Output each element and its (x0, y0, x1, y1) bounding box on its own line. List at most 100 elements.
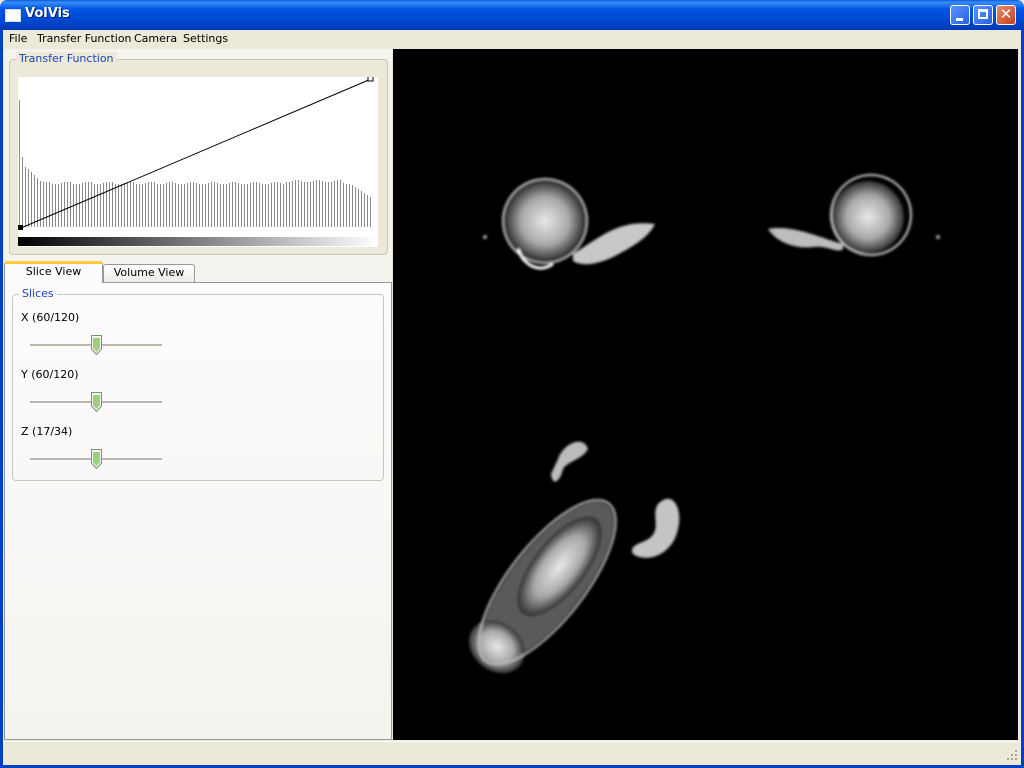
histogram-bar (211, 182, 212, 227)
slider-x-thumb[interactable] (91, 335, 102, 355)
render-viewport[interactable] (393, 49, 1018, 740)
histogram-bar (232, 182, 233, 227)
minimize-icon (956, 18, 963, 21)
histogram-bar (325, 182, 326, 227)
histogram-bar (289, 182, 290, 227)
transfer-function-group: Transfer Function (9, 52, 388, 255)
title-bar[interactable]: VolVis ✕ (0, 0, 1024, 30)
histogram-bar (163, 184, 164, 227)
slider-z[interactable] (30, 449, 162, 469)
slider-y[interactable] (30, 392, 162, 412)
histogram-bar (91, 182, 92, 227)
maximize-button[interactable] (973, 5, 993, 25)
histogram-bar (196, 183, 197, 227)
close-button[interactable]: ✕ (996, 5, 1016, 25)
transfer-function-plot[interactable] (18, 75, 378, 247)
histogram-bar (229, 183, 230, 227)
slider-z-thumb[interactable] (91, 449, 102, 469)
histogram-bar (184, 184, 185, 227)
histogram-bar (235, 182, 236, 227)
histogram-bar (223, 184, 224, 227)
histogram-bar (271, 183, 272, 227)
histogram-bar (208, 183, 209, 227)
view-tabs: Slice View Volume View (4, 261, 392, 283)
resize-grip-icon[interactable] (1006, 749, 1018, 761)
histogram-bar (136, 184, 137, 227)
histogram-bar (157, 184, 158, 227)
histogram-bar (151, 182, 152, 227)
maximize-icon (978, 9, 988, 19)
histogram-bar (46, 182, 47, 227)
menu-file[interactable]: File (9, 31, 27, 47)
histogram-bar (130, 182, 131, 227)
histogram-bar (346, 184, 347, 227)
histogram-bar (178, 184, 179, 227)
histogram-bar (244, 184, 245, 227)
menu-settings[interactable]: Settings (183, 31, 228, 47)
histogram-bar (313, 181, 314, 227)
window-frame-left (0, 30, 3, 768)
histogram-bar (43, 182, 44, 227)
histogram-bar (256, 182, 257, 227)
histogram-bar (340, 180, 341, 227)
histogram-bar (82, 183, 83, 227)
histogram-bar (70, 182, 71, 227)
histogram-bar (109, 182, 110, 227)
minimize-button[interactable] (950, 5, 970, 25)
volume-slices-render[interactable] (393, 49, 1018, 740)
histogram-bar (322, 181, 323, 227)
histogram-bar (205, 184, 206, 227)
histogram-bar (49, 182, 50, 227)
slider-z-label: Z (17/34) (21, 425, 73, 438)
slice-x-image (483, 178, 655, 270)
histogram-bar (115, 184, 116, 227)
menu-bar: File Transfer Function Camera Settings (3, 30, 1021, 48)
slices-group: Slices X (60/120) Y (60/120) Z (17/34) (12, 287, 384, 481)
slider-y-thumb[interactable] (91, 392, 102, 412)
histogram-bar (28, 169, 29, 227)
slice-y-image (768, 174, 940, 256)
histogram-bar (52, 184, 53, 227)
histogram-bar (349, 184, 350, 227)
histogram-bar (139, 184, 140, 227)
histogram-bar (76, 184, 77, 227)
histogram (19, 100, 371, 227)
tab-volume-view[interactable]: Volume View (103, 264, 195, 282)
menu-transfer-function[interactable]: Transfer Function (37, 31, 132, 47)
histogram-bar (226, 184, 227, 227)
histogram-bar (298, 180, 299, 227)
transfer-function-title: Transfer Function (16, 52, 117, 65)
histogram-bar (364, 193, 365, 227)
histogram-bar (103, 183, 104, 227)
histogram-bar (310, 182, 311, 227)
histogram-bar (85, 182, 86, 227)
tab-slice-view[interactable]: Slice View (4, 261, 103, 283)
histogram-bar (292, 181, 293, 227)
histogram-bar (334, 181, 335, 227)
slider-x[interactable] (30, 335, 162, 355)
histogram-bar (262, 184, 263, 227)
histogram-bar (172, 182, 173, 227)
histogram-bar (217, 183, 218, 227)
histogram-bar (265, 184, 266, 227)
histogram-bar (145, 183, 146, 227)
histogram-bar (166, 183, 167, 227)
histogram-bar (331, 182, 332, 227)
close-icon: ✕ (999, 5, 1013, 23)
histogram-bar (31, 172, 32, 227)
histogram-bar (124, 183, 125, 227)
histogram-bar (127, 182, 128, 227)
histogram-bar (259, 183, 260, 227)
histogram-bar (64, 182, 65, 227)
histogram-bar (106, 182, 107, 227)
histogram-bar (220, 184, 221, 227)
transfer-function-editor[interactable] (18, 75, 378, 247)
slice-z-image (468, 441, 680, 674)
histogram-bar (55, 184, 56, 227)
histogram-bar (328, 182, 329, 227)
histogram-bar (193, 182, 194, 227)
control-point-start[interactable] (18, 225, 23, 230)
histogram-bar (337, 180, 338, 227)
menu-camera[interactable]: Camera (134, 31, 177, 47)
control-point-end[interactable] (367, 75, 374, 82)
